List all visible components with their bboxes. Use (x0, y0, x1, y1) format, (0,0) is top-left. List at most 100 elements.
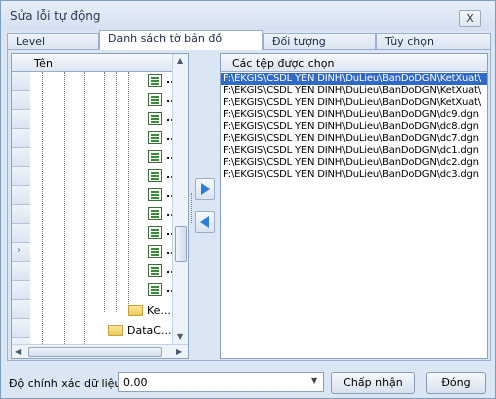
file-list-item[interactable]: F:\EKGIS\CSDL YEN DINH\DuLieu\BanDoDGN\K… (221, 85, 487, 97)
dialog-footer: Độ chính xác dữ liệu: 0.00 ▼ Chấp nhận Đ… (1, 363, 495, 398)
accuracy-value: 0.00 (123, 376, 148, 389)
tree-node-map-file[interactable]: ... (148, 186, 172, 205)
file-list-item[interactable]: F:\EKGIS\CSDL YEN DINH\DuLieu\BanDoDGN\d… (221, 109, 487, 121)
tree-node-map-file[interactable]: ... (148, 205, 172, 224)
map-file-icon (148, 93, 162, 106)
row-selector-cell[interactable] (12, 281, 30, 300)
map-tree-grid[interactable]: › Tên ..................................… (11, 53, 189, 359)
row-selector-cell[interactable] (12, 72, 30, 91)
map-file-icon (148, 169, 162, 182)
splitter-grip[interactable] (191, 193, 193, 223)
file-list-item[interactable]: F:\EKGIS\CSDL YEN DINH\DuLieu\BanDoDGN\d… (221, 121, 487, 133)
tab-level[interactable]: Level (7, 33, 99, 50)
remove-file-button[interactable] (195, 211, 215, 233)
accuracy-label: Độ chính xác dữ liệu: (9, 377, 126, 390)
tree-node-map-file[interactable]: ... (148, 167, 172, 186)
scroll-thumb[interactable] (28, 347, 162, 357)
folder-icon (128, 305, 143, 316)
tree-node-map-file[interactable]: ... (148, 224, 172, 243)
map-file-icon (148, 112, 162, 125)
row-selector-cell[interactable] (12, 205, 30, 224)
scroll-up-arrow-icon[interactable]: ▲ (177, 56, 183, 65)
add-file-button[interactable] (195, 178, 215, 200)
tree-guide-line (42, 72, 43, 344)
arrow-right-icon (201, 183, 210, 195)
transfer-buttons-area (189, 53, 219, 359)
arrow-left-icon (200, 216, 209, 228)
map-file-icon (148, 207, 162, 220)
file-list-item[interactable]: F:\EKGIS\CSDL YEN DINH\DuLieu\BanDoDGN\d… (221, 145, 487, 157)
tree-body: .................................... Ke..… (30, 72, 172, 344)
accuracy-combobox[interactable]: 0.00 ▼ (118, 372, 324, 392)
tree-node-map-file[interactable]: ... (148, 72, 172, 91)
tab-map-sheet-list[interactable]: Danh sách tờ bản đồ (99, 30, 263, 50)
tree-horizontal-scrollbar[interactable]: ◀ ▶ (12, 344, 188, 358)
scroll-thumb[interactable] (175, 226, 187, 262)
map-file-icon (148, 226, 162, 239)
tree-guide-line (84, 72, 85, 344)
tree-node-folder[interactable]: DataC... (108, 322, 172, 341)
row-selector-cell[interactable] (12, 129, 30, 148)
close-window-button[interactable]: X (459, 10, 481, 27)
folder-label: DataC... (127, 324, 172, 337)
chevron-down-icon[interactable]: ▼ (311, 376, 317, 385)
row-selector-cell[interactable] (12, 91, 30, 110)
map-file-icon (148, 150, 162, 163)
tab-options[interactable]: Tùy chọn (376, 33, 491, 50)
tree-node-folder[interactable]: Ke... (128, 302, 172, 321)
row-selector-cell[interactable] (12, 148, 30, 167)
map-file-icon (148, 264, 162, 277)
file-list-item[interactable]: F:\EKGIS\CSDL YEN DINH\DuLieu\BanDoDGN\d… (221, 133, 487, 145)
file-rows: F:\EKGIS\CSDL YEN DINH\DuLieu\BanDoDGN\K… (221, 73, 487, 181)
name-column-header[interactable]: Tên (34, 57, 53, 70)
tree-node-map-file[interactable]: ... (148, 110, 172, 129)
row-selector-cell[interactable] (12, 300, 30, 319)
tab-strip: Level Danh sách tờ bản đồ Đối tượng Tùy … (7, 30, 491, 50)
row-selector-cell[interactable] (12, 262, 30, 281)
file-list-item[interactable]: F:\EKGIS\CSDL YEN DINH\DuLieu\BanDoDGN\K… (221, 97, 487, 109)
file-list-item[interactable]: F:\EKGIS\CSDL YEN DINH\DuLieu\BanDoDGN\d… (221, 169, 487, 181)
tree-guide-line (128, 72, 129, 312)
map-file-icon (148, 188, 162, 201)
scroll-down-arrow-icon[interactable]: ▼ (177, 332, 183, 341)
tree-node-map-file[interactable]: ... (148, 129, 172, 148)
selected-files-list[interactable]: Các tệp được chọn F:\EKGIS\CSDL YEN DINH… (220, 53, 488, 359)
window-title: Sửa lỗi tự động (10, 9, 101, 23)
row-selector-cell[interactable] (12, 186, 30, 205)
tree-node-map-file[interactable]: ... (148, 281, 172, 300)
file-list-item[interactable]: F:\EKGIS\CSDL YEN DINH\DuLieu\BanDoDGN\K… (221, 73, 487, 85)
map-file-icon (148, 74, 162, 87)
folder-label: Ke... (147, 304, 171, 317)
tree-guide-line (104, 72, 105, 312)
current-row-indicator-icon: › (17, 245, 21, 256)
tree-node-map-file[interactable]: ... (148, 243, 172, 262)
row-selector-cell[interactable] (12, 224, 30, 243)
tree-header: Tên (12, 54, 172, 72)
title-bar: Sửa lỗi tự động X (1, 1, 495, 31)
auto-fix-dialog: Sửa lỗi tự động X Level Danh sách tờ bản… (0, 0, 496, 399)
row-selector-cell[interactable]: › (12, 243, 30, 262)
tree-vertical-scrollbar[interactable]: ▲ ▼ (172, 54, 188, 344)
tab-panel: › Tên ..................................… (7, 49, 491, 361)
close-button[interactable]: Đóng (426, 372, 486, 394)
selected-files-title: Các tệp được chọn (232, 57, 335, 70)
tree-guide-line (116, 72, 117, 312)
selected-files-header: Các tệp được chọn (221, 54, 487, 72)
tree-guide-line (64, 72, 65, 344)
scroll-right-arrow-icon[interactable]: ▶ (176, 347, 182, 356)
map-file-icon (148, 245, 162, 258)
map-file-icon (148, 131, 162, 144)
scroll-left-arrow-icon[interactable]: ◀ (15, 347, 21, 356)
accept-button[interactable]: Chấp nhận (331, 372, 415, 394)
tree-node-map-file[interactable]: ... (148, 262, 172, 281)
row-selector-cell[interactable] (12, 319, 30, 338)
tab-objects[interactable]: Đối tượng (263, 33, 376, 50)
file-list-item[interactable]: F:\EKGIS\CSDL YEN DINH\DuLieu\BanDoDGN\d… (221, 157, 487, 169)
tree-node-map-file[interactable]: ... (148, 148, 172, 167)
tree-node-map-file[interactable]: ... (148, 91, 172, 110)
map-file-icon (148, 283, 162, 296)
row-selector-column: › (12, 54, 30, 357)
row-selector-cell[interactable] (12, 167, 30, 186)
folder-icon (108, 325, 123, 336)
row-selector-cell[interactable] (12, 110, 30, 129)
